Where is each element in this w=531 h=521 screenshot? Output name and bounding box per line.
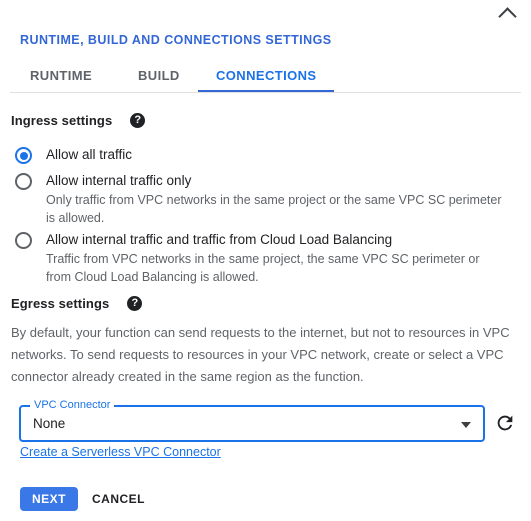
tabs-divider (10, 92, 521, 93)
radio-icon[interactable] (15, 147, 32, 164)
vpc-connector-value: None (33, 416, 66, 431)
chevron-down-icon[interactable] (461, 422, 471, 428)
ingress-option-label: Allow all traffic (46, 147, 133, 162)
vpc-connector-label: VPC Connector (30, 399, 115, 411)
next-button[interactable]: NEXT (20, 487, 79, 511)
collapse-panel-button[interactable] (493, 0, 521, 28)
tab-build[interactable]: BUILD (138, 68, 180, 98)
ingress-option-description: Only traffic from VPC networks in the sa… (46, 193, 502, 225)
ingress-option-allow-all-traffic[interactable]: Allow all traffic (15, 146, 132, 164)
create-vpc-connector-link[interactable]: Create a Serverless VPC Connector (20, 445, 221, 459)
radio-icon[interactable] (15, 173, 32, 190)
ingress-settings-heading: Ingress settings ? (11, 113, 146, 128)
chevron-up-icon (497, 6, 517, 26)
ingress-option-internal-and-load-balancing[interactable]: Allow internal traffic and traffic from … (15, 231, 504, 286)
page-title: RUNTIME, BUILD AND CONNECTIONS SETTINGS (20, 33, 332, 47)
radio-icon[interactable] (15, 232, 32, 249)
refresh-connectors-button[interactable] (494, 412, 516, 434)
panel-header[interactable]: RUNTIME, BUILD AND CONNECTIONS SETTINGS (0, 26, 531, 54)
tab-connections[interactable]: CONNECTIONS (216, 68, 316, 98)
cancel-button[interactable]: CANCEL (80, 487, 157, 511)
ingress-option-description: Traffic from VPC networks in the same pr… (46, 252, 480, 284)
egress-settings-heading: Egress settings ? (11, 296, 143, 311)
tab-runtime[interactable]: RUNTIME (30, 68, 92, 98)
egress-heading-label: Egress settings (11, 296, 110, 311)
vpc-connector-select[interactable]: VPC Connector None (19, 399, 485, 442)
ingress-option-label: Allow internal traffic only (46, 173, 192, 188)
help-icon[interactable]: ? (130, 113, 146, 128)
help-icon[interactable]: ? (127, 296, 143, 311)
ingress-heading-label: Ingress settings (11, 113, 113, 128)
ingress-option-internal-only[interactable]: Allow internal traffic only Only traffic… (15, 172, 504, 227)
ingress-option-label: Allow internal traffic and traffic from … (46, 232, 393, 247)
refresh-icon (497, 415, 513, 431)
settings-tabs: RUNTIME BUILD CONNECTIONS (0, 68, 531, 98)
egress-description: By default, your function can send reque… (11, 325, 510, 384)
